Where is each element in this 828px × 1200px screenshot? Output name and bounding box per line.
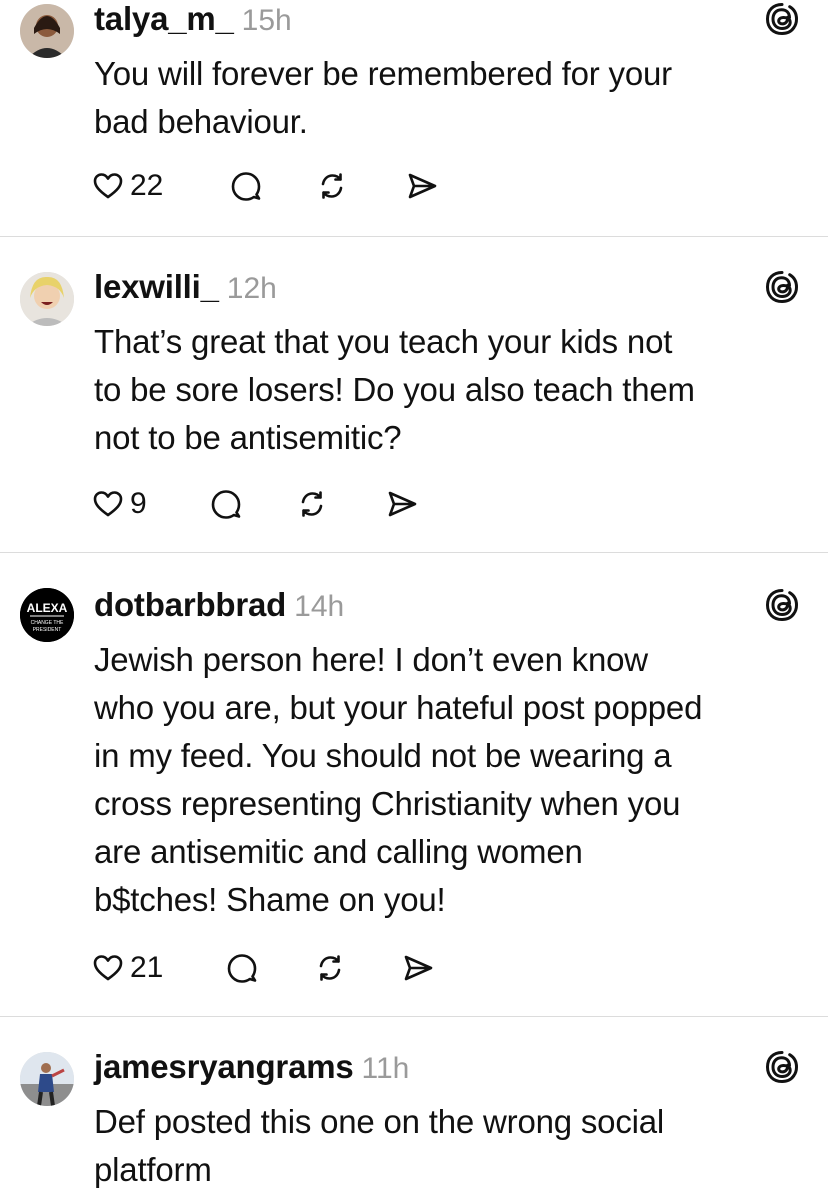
reply-button[interactable] <box>210 484 242 524</box>
post-line: are antisemitic and calling women <box>94 833 583 870</box>
svg-text:CHANGE THE: CHANGE THE <box>31 620 64 626</box>
svg-text:PRESIDENT: PRESIDENT <box>33 627 62 633</box>
username[interactable]: dotbarbbrad <box>94 586 286 624</box>
like-button[interactable]: 9 <box>92 484 147 524</box>
like-count: 9 <box>130 487 147 520</box>
avatar[interactable] <box>20 272 74 326</box>
timestamp: 11h <box>361 1052 410 1085</box>
send-icon <box>408 173 437 199</box>
post-text: You will forever be remembered for your … <box>94 50 814 146</box>
post-header: lexwilli_ 12h <box>94 268 277 308</box>
heart-icon <box>93 955 123 981</box>
comment-bubble-icon <box>227 954 257 983</box>
like-count: 21 <box>130 951 164 984</box>
post-line: not to be antisemitic? <box>94 419 402 456</box>
repost-button[interactable] <box>296 484 328 524</box>
post-text: Jewish person here! I don’t even know wh… <box>94 636 814 924</box>
send-icon <box>388 491 417 517</box>
comment-bubble-icon <box>211 490 241 519</box>
heart-icon <box>93 491 123 517</box>
post-line: who you are, but your hateful post poppe… <box>94 689 703 726</box>
threads-logo-icon[interactable] <box>764 1049 800 1085</box>
post-text: That’s great that you teach your kids no… <box>94 318 814 462</box>
repost-icon <box>301 491 323 517</box>
heart-icon <box>93 173 123 199</box>
send-icon <box>404 955 433 981</box>
threads-logo-icon[interactable] <box>764 587 800 623</box>
svg-text:ALEXA: ALEXA <box>27 601 68 615</box>
share-button[interactable] <box>406 166 438 206</box>
post-line: in my feed. You should not be wearing a <box>94 737 672 774</box>
like-button[interactable]: 21 <box>92 948 163 988</box>
avatar[interactable] <box>20 1052 74 1106</box>
share-button[interactable] <box>386 484 418 524</box>
timestamp: 12h <box>226 272 277 305</box>
post-line: Def posted this one on the wrong social <box>94 1103 665 1140</box>
divider <box>0 552 828 553</box>
post-header: jamesryangrams 11h <box>94 1048 409 1088</box>
timestamp: 14h <box>294 590 345 623</box>
repost-icon <box>321 173 343 199</box>
repost-button[interactable] <box>316 166 348 206</box>
repost-icon <box>319 955 341 981</box>
like-button[interactable]: 22 <box>92 166 163 206</box>
divider <box>0 1016 828 1017</box>
post-header: dotbarbbrad 14h <box>94 586 344 626</box>
post-header: talya_m_ 15h <box>94 0 292 40</box>
timestamp: 15h <box>241 4 292 37</box>
threads-logo-icon[interactable] <box>764 269 800 305</box>
repost-button[interactable] <box>314 948 346 988</box>
post-line: Jewish person here! I don’t even know <box>94 641 648 678</box>
reply-button[interactable] <box>226 948 258 988</box>
post-line: platform <box>94 1151 212 1188</box>
post-text: Def posted this one on the wrong social … <box>94 1098 814 1194</box>
share-button[interactable] <box>402 948 434 988</box>
post-line: bad behaviour. <box>94 103 308 140</box>
reply-button[interactable] <box>230 166 262 206</box>
comment-bubble-icon <box>231 172 261 201</box>
post-line: to be sore losers! Do you also teach the… <box>94 371 695 408</box>
avatar[interactable] <box>20 4 74 58</box>
post-line: cross representing Christianity when you <box>94 785 681 822</box>
post-line: That’s great that you teach your kids no… <box>94 323 673 360</box>
post-line: You will forever be remembered for your <box>94 55 672 92</box>
post-line: b$tches! Shame on you! <box>94 881 446 918</box>
username[interactable]: lexwilli_ <box>94 268 219 306</box>
divider <box>0 236 828 237</box>
threads-logo-icon[interactable] <box>764 1 800 37</box>
avatar[interactable]: ALEXA CHANGE THE PRESIDENT <box>20 588 74 642</box>
username[interactable]: talya_m_ <box>94 0 234 38</box>
like-count: 22 <box>130 169 164 202</box>
username[interactable]: jamesryangrams <box>94 1048 354 1086</box>
